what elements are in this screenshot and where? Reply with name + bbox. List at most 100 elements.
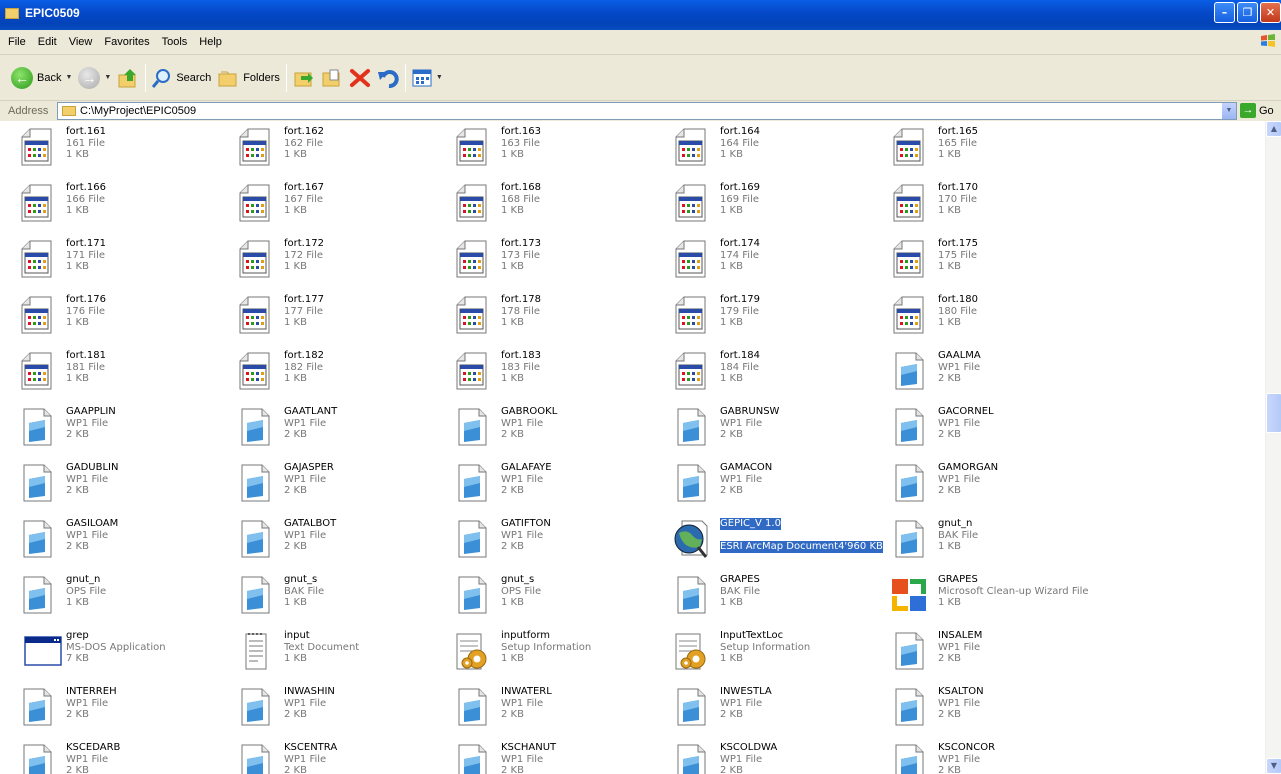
file-item[interactable]: gnut_n OPS File 1 KB bbox=[16, 571, 231, 623]
file-item[interactable]: fort.176 176 File 1 KB bbox=[16, 291, 231, 343]
file-item[interactable]: INWATERL WP1 File 2 KB bbox=[451, 683, 666, 735]
scroll-down-button[interactable]: ▼ bbox=[1266, 758, 1281, 774]
file-item[interactable]: GRAPES BAK File 1 KB bbox=[670, 571, 885, 623]
restore-button[interactable]: ❐ bbox=[1237, 2, 1258, 23]
file-item[interactable]: fort.180 180 File 1 KB bbox=[888, 291, 1103, 343]
file-item[interactable]: InputTextLoc Setup Information 1 KB bbox=[670, 627, 885, 679]
file-item[interactable]: GAMORGAN WP1 File 2 KB bbox=[888, 459, 1103, 511]
file-item[interactable]: INWASHIN WP1 File 2 KB bbox=[234, 683, 449, 735]
go-button[interactable]: → Go bbox=[1240, 103, 1274, 118]
file-item[interactable]: GAALMA WP1 File 2 KB bbox=[888, 347, 1103, 399]
file-item[interactable]: gnut_n BAK File 1 KB bbox=[888, 515, 1103, 567]
file-item[interactable]: gnut_s OPS File 1 KB bbox=[451, 571, 666, 623]
menu-help[interactable]: Help bbox=[193, 36, 228, 48]
file-item[interactable]: fort.171 171 File 1 KB bbox=[16, 235, 231, 287]
file-size: 1 KB bbox=[501, 317, 524, 328]
file-item[interactable]: KSCHANUT WP1 File 2 KB bbox=[451, 739, 666, 774]
scroll-thumb[interactable] bbox=[1266, 393, 1281, 433]
file-item[interactable]: fort.175 175 File 1 KB bbox=[888, 235, 1103, 287]
vertical-scrollbar[interactable]: ▲ ▼ bbox=[1265, 121, 1281, 774]
file-size: 2 KB bbox=[501, 429, 524, 440]
file-size: 2 KB bbox=[720, 485, 743, 496]
file-item[interactable]: fort.164 164 File 1 KB bbox=[670, 123, 885, 175]
file-item[interactable]: KSCEDARB WP1 File 2 KB bbox=[16, 739, 231, 774]
move-to-button[interactable] bbox=[290, 61, 318, 95]
file-item[interactable]: GAATLANT WP1 File 2 KB bbox=[234, 403, 449, 455]
file-item[interactable]: fort.167 167 File 1 KB bbox=[234, 179, 449, 231]
file-item[interactable]: fort.170 170 File 1 KB bbox=[888, 179, 1103, 231]
folders-button[interactable]: Folders bbox=[214, 61, 283, 95]
file-item[interactable]: fort.178 178 File 1 KB bbox=[451, 291, 666, 343]
file-item[interactable]: gnut_s BAK File 1 KB bbox=[234, 571, 449, 623]
file-size: 1 KB bbox=[66, 597, 89, 608]
file-item[interactable]: GAAPPLIN WP1 File 2 KB bbox=[16, 403, 231, 455]
scroll-up-button[interactable]: ▲ bbox=[1266, 121, 1281, 137]
address-field[interactable]: C:\MyProject\EPIC0509 ▼ bbox=[57, 102, 1237, 120]
file-item[interactable]: INTERREH WP1 File 2 KB bbox=[16, 683, 231, 735]
file-item[interactable]: grep MS-DOS Application 7 KB bbox=[16, 627, 231, 679]
close-button[interactable]: ✕ bbox=[1260, 2, 1281, 23]
file-list: fort.161 161 File 1 KB fort.162 162 File 1 KB… bbox=[0, 121, 1265, 774]
file-item[interactable]: fort.165 165 File 1 KB bbox=[888, 123, 1103, 175]
file-size: 1 KB bbox=[66, 373, 89, 384]
file-name: fort.162 bbox=[284, 126, 324, 137]
file-size: 1 KB bbox=[66, 149, 89, 160]
file-item[interactable]: INSALEM WP1 File 2 KB bbox=[888, 627, 1103, 679]
file-size: 2 KB bbox=[284, 485, 307, 496]
file-item[interactable]: GATALBOT WP1 File 2 KB bbox=[234, 515, 449, 567]
file-item[interactable]: fort.181 181 File 1 KB bbox=[16, 347, 231, 399]
copy-to-button[interactable] bbox=[318, 61, 346, 95]
minimize-button[interactable]: – bbox=[1214, 2, 1235, 23]
views-button[interactable]: ▼ bbox=[409, 61, 446, 95]
file-item[interactable]: fort.161 161 File 1 KB bbox=[16, 123, 231, 175]
file-item[interactable]: GAJASPER WP1 File 2 KB bbox=[234, 459, 449, 511]
menu-file[interactable]: File bbox=[0, 36, 32, 48]
file-type: 161 File bbox=[66, 137, 105, 149]
file-item[interactable]: fort.173 173 File 1 KB bbox=[451, 235, 666, 287]
search-button[interactable]: Search bbox=[149, 61, 214, 95]
file-item[interactable]: GACORNEL WP1 File 2 KB bbox=[888, 403, 1103, 455]
file-item[interactable]: inputform Setup Information 1 KB bbox=[451, 627, 666, 679]
setup-file-icon bbox=[672, 631, 710, 671]
file-item[interactable]: KSALTON WP1 File 2 KB bbox=[888, 683, 1103, 735]
back-button[interactable]: ← Back ▼ bbox=[8, 61, 75, 95]
file-item[interactable]: KSCOLDWA WP1 File 2 KB bbox=[670, 739, 885, 774]
menu-favorites[interactable]: Favorites bbox=[98, 36, 155, 48]
menu-tools[interactable]: Tools bbox=[156, 36, 194, 48]
menu-view[interactable]: View bbox=[63, 36, 99, 48]
file-item[interactable]: fort.184 184 File 1 KB bbox=[670, 347, 885, 399]
file-item[interactable]: fort.163 163 File 1 KB bbox=[451, 123, 666, 175]
file-item[interactable]: GAMACON WP1 File 2 KB bbox=[670, 459, 885, 511]
file-item[interactable]: GALAFAYE WP1 File 2 KB bbox=[451, 459, 666, 511]
file-item[interactable]: INWESTLA WP1 File 2 KB bbox=[670, 683, 885, 735]
file-item[interactable]: GRAPES Microsoft Clean-up Wizard File 1 KB bbox=[888, 571, 1103, 623]
file-item[interactable]: fort.169 169 File 1 KB bbox=[670, 179, 885, 231]
menu-edit[interactable]: Edit bbox=[32, 36, 63, 48]
file-item[interactable]: fort.174 174 File 1 KB bbox=[670, 235, 885, 287]
file-item[interactable]: KSCENTRA WP1 File 2 KB bbox=[234, 739, 449, 774]
file-item[interactable]: fort.183 183 File 1 KB bbox=[451, 347, 666, 399]
file-item[interactable]: GABRUNSW WP1 File 2 KB bbox=[670, 403, 885, 455]
forward-button[interactable]: → ▼ bbox=[75, 61, 114, 95]
file-size: 1 KB bbox=[284, 317, 307, 328]
file-item[interactable]: fort.179 179 File 1 KB bbox=[670, 291, 885, 343]
file-item[interactable]: GASILOAM WP1 File 2 KB bbox=[16, 515, 231, 567]
up-folder-button[interactable] bbox=[114, 61, 142, 95]
delete-button[interactable] bbox=[346, 61, 374, 95]
file-item[interactable]: fort.182 182 File 1 KB bbox=[234, 347, 449, 399]
file-item[interactable]: KSCONCOR WP1 File 2 KB bbox=[888, 739, 1103, 774]
file-item[interactable]: GABROOKL WP1 File 2 KB bbox=[451, 403, 666, 455]
file-item[interactable]: fort.166 166 File 1 KB bbox=[16, 179, 231, 231]
file-item[interactable]: GATIFTON WP1 File 2 KB bbox=[451, 515, 666, 567]
title-bar[interactable]: EPIC0509 – ❐ ✕ bbox=[0, 0, 1281, 30]
file-item[interactable]: GADUBLIN WP1 File 2 KB bbox=[16, 459, 231, 511]
file-item[interactable]: fort.177 177 File 1 KB bbox=[234, 291, 449, 343]
back-label: Back bbox=[37, 71, 62, 84]
file-item[interactable]: fort.168 168 File 1 KB bbox=[451, 179, 666, 231]
file-item[interactable]: fort.172 172 File 1 KB bbox=[234, 235, 449, 287]
file-item[interactable]: fort.162 162 File 1 KB bbox=[234, 123, 449, 175]
file-item[interactable]: GEPIC_V 1.0 ESRI ArcMap Document4'960 KB bbox=[670, 515, 885, 567]
address-dropdown-button[interactable]: ▼ bbox=[1221, 103, 1236, 119]
file-item[interactable]: input Text Document 1 KB bbox=[234, 627, 449, 679]
undo-button[interactable] bbox=[374, 61, 402, 95]
